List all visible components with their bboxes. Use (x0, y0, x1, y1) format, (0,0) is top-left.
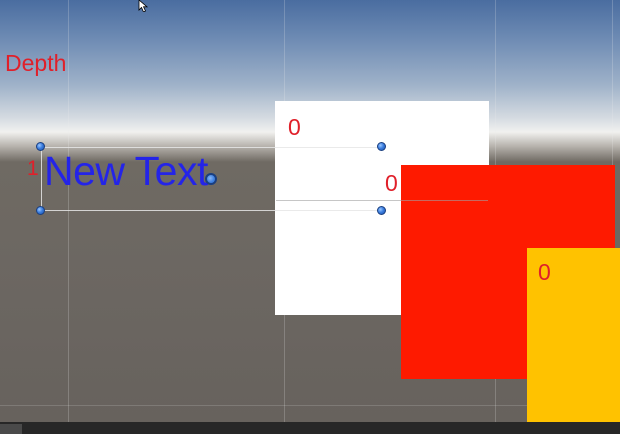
selection-rect-midline (276, 200, 488, 201)
blue-circle-handle-icon[interactable] (377, 142, 386, 151)
new-text-object[interactable]: New Text (44, 147, 208, 195)
white-panel-depth: 0 (288, 114, 301, 140)
red-panel-depth: 0 (385, 170, 398, 196)
grid-line-vertical (68, 0, 69, 422)
blue-circle-handle-icon[interactable] (36, 142, 45, 151)
depth-label: Depth (5, 50, 67, 76)
blue-circle-handle-icon[interactable] (36, 206, 45, 215)
scrollbar-thumb[interactable] (0, 424, 22, 434)
text-object-depth: 1 (27, 157, 39, 180)
selection-rect-bottom (41, 210, 382, 211)
mouse-pointer-icon (138, 0, 149, 12)
scene-viewport[interactable]: Depth 0 0 0 1 New Text (0, 0, 620, 434)
blue-circle-handle-icon[interactable] (377, 206, 386, 215)
selection-rect-left (41, 147, 42, 211)
bottom-bar (0, 422, 620, 434)
yellow-panel-depth: 0 (538, 259, 551, 285)
pivot-circle-icon[interactable] (205, 173, 217, 185)
